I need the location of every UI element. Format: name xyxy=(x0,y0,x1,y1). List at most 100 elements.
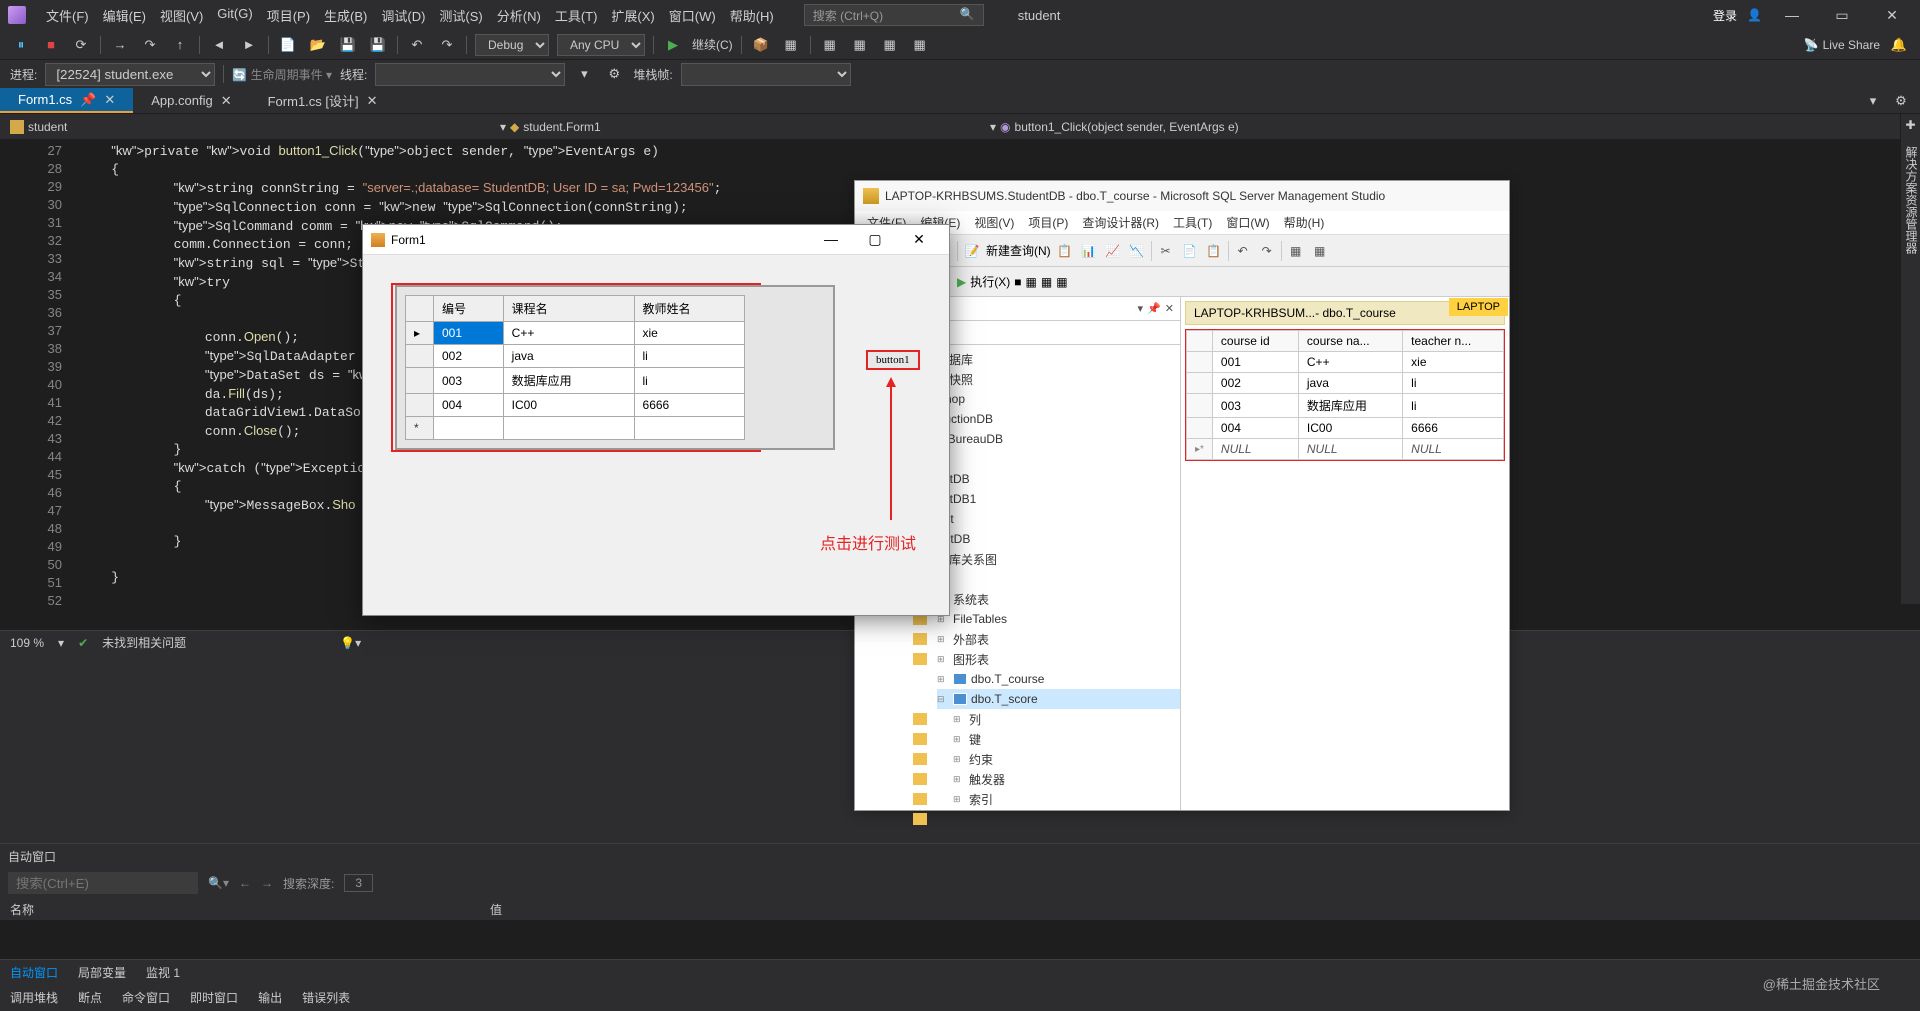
bottom-tab[interactable]: 命令窗口 xyxy=(112,985,180,1011)
auto-window-header[interactable]: 自动窗口 xyxy=(0,843,1920,869)
menu-item[interactable]: Git(G) xyxy=(211,2,258,29)
execute-label[interactable]: 执行(X) xyxy=(970,273,1010,290)
bottom-tab[interactable]: 局部变量 xyxy=(68,960,136,985)
close-icon[interactable]: ✕ xyxy=(367,93,378,109)
platform-select[interactable]: Any CPU xyxy=(557,34,645,56)
bottom-tab[interactable]: 监视 1 xyxy=(136,960,190,985)
user-icon[interactable]: 👤 xyxy=(1747,8,1762,22)
solution-explorer-tab[interactable]: 解决方案资源管理器 xyxy=(1901,136,1920,264)
toolbar-icon[interactable]: ▦ xyxy=(819,34,841,56)
continue-label[interactable]: 继续(C) xyxy=(692,36,733,53)
auto-search-input[interactable] xyxy=(8,872,198,894)
undo-icon[interactable]: ↶ xyxy=(1233,241,1253,261)
tree-node[interactable]: ⊞触发器 xyxy=(953,769,1180,789)
bottom-tab[interactable]: 输出 xyxy=(248,985,292,1011)
editor-tab[interactable]: App.config ✕ xyxy=(133,88,249,113)
toolbar-icon[interactable]: ▦ xyxy=(1286,241,1306,261)
tree-node[interactable]: ⊞键 xyxy=(953,729,1180,749)
restart-icon[interactable]: ⟳ xyxy=(70,34,92,56)
open-icon[interactable]: 📂 xyxy=(307,34,329,56)
ssms-titlebar[interactable]: LAPTOP-KRHBSUMS.StudentDB - dbo.T_course… xyxy=(855,181,1509,211)
tree-node[interactable]: 数据库 xyxy=(921,349,1180,369)
back-icon[interactable]: ◄ xyxy=(208,34,230,56)
toolbar-icon[interactable]: 📋 xyxy=(1055,241,1075,261)
config-select[interactable]: Debug xyxy=(475,34,549,56)
thread-select[interactable] xyxy=(375,63,565,86)
new-query-icon[interactable]: 📝 xyxy=(962,241,982,261)
tree-node[interactable]: ⊞外部表 xyxy=(937,629,1180,649)
toolbar-icon[interactable]: ▦ xyxy=(879,34,901,56)
lightbulb-icon[interactable]: 💡▾ xyxy=(340,636,361,650)
menu-item[interactable]: 查询设计器(R) xyxy=(1076,212,1165,233)
redo-icon[interactable]: ↷ xyxy=(1257,241,1277,261)
save-all-icon[interactable]: 💾 xyxy=(367,34,389,56)
tree-node[interactable]: 牛快照 xyxy=(921,369,1180,389)
minimize-button[interactable]: — xyxy=(809,231,853,248)
tree-node[interactable] xyxy=(921,569,1180,589)
process-select[interactable]: [22524] student.exe xyxy=(45,63,215,86)
minimize-button[interactable]: — xyxy=(1772,7,1812,23)
menu-item[interactable]: 生成(B) xyxy=(318,2,373,29)
tree-node[interactable]: 3 xyxy=(921,449,1180,469)
toolbar-icon[interactable]: ⚙ xyxy=(603,63,625,85)
menu-item[interactable]: 项目(P) xyxy=(261,2,316,29)
toolbar-icon[interactable]: ▦ xyxy=(909,34,931,56)
menu-item[interactable]: 视图(V) xyxy=(968,212,1020,233)
fwd-icon[interactable]: → xyxy=(261,876,273,890)
step-into-icon[interactable]: → xyxy=(109,34,131,56)
pause-icon[interactable]: ⏸ xyxy=(10,34,32,56)
notif-icon[interactable]: 🔔 xyxy=(1888,34,1910,56)
new-icon[interactable]: 📄 xyxy=(277,34,299,56)
close-icon[interactable]: ✕ xyxy=(221,93,232,109)
pin-icon[interactable]: 📌 xyxy=(1147,302,1161,315)
toolbar-icon[interactable]: 📉 xyxy=(1127,241,1147,261)
toolbar-icon[interactable]: ▦ xyxy=(780,34,802,56)
redo-icon[interactable]: ↷ xyxy=(436,34,458,56)
tree-node[interactable]: ⊞系统表 xyxy=(937,589,1180,609)
gear-icon[interactable]: ⚙ xyxy=(1890,90,1912,112)
search-box[interactable]: 搜索 (Ctrl+Q)🔍 xyxy=(804,4,984,26)
execute-icon[interactable]: ▶ xyxy=(957,275,966,289)
toolbar-icon[interactable]: 📊 xyxy=(1079,241,1099,261)
step-over-icon[interactable]: ↷ xyxy=(139,34,161,56)
tree-node[interactable]: 据库关系图 xyxy=(921,549,1180,569)
tree-node[interactable]: entDB xyxy=(921,529,1180,549)
save-icon[interactable]: 💾 xyxy=(337,34,359,56)
menu-item[interactable]: 窗口(W) xyxy=(663,2,722,29)
menu-item[interactable]: 扩展(X) xyxy=(605,2,660,29)
toolbar-icon[interactable]: 📦 xyxy=(750,34,772,56)
tree-node[interactable]: ⊞图形表 xyxy=(937,649,1180,669)
cut-icon[interactable]: ✂ xyxy=(1156,241,1176,261)
login-link[interactable]: 登录 xyxy=(1713,7,1737,24)
tree-node[interactable]: ⊞列 xyxy=(953,709,1180,729)
toolbar-icon[interactable]: ▦ xyxy=(1310,241,1330,261)
tree-node[interactable]: uctDB xyxy=(921,469,1180,489)
tree-node[interactable]: ent xyxy=(921,509,1180,529)
paste-icon[interactable]: 📋 xyxy=(1204,241,1224,261)
tree-node[interactable]: Shop xyxy=(921,389,1180,409)
stop-icon[interactable]: ■ xyxy=(40,34,62,56)
form1-titlebar[interactable]: Form1 — ▢ ✕ xyxy=(363,225,949,255)
menu-item[interactable]: 文件(F) xyxy=(40,2,95,29)
new-query-label[interactable]: 新建查询(N) xyxy=(986,242,1051,259)
add-icon[interactable]: ✚ xyxy=(1901,114,1920,136)
live-share[interactable]: 📡 Live Share xyxy=(1804,38,1880,52)
menu-item[interactable]: 工具(T) xyxy=(549,2,604,29)
method-context[interactable]: ▾ ◉button1_Click(object sender, EventArg… xyxy=(980,120,1470,134)
col-value[interactable]: 值 xyxy=(480,897,512,920)
menu-item[interactable]: 编辑(E) xyxy=(97,2,152,29)
close-icon[interactable]: ✕ xyxy=(104,92,115,108)
bottom-tab[interactable]: 即时窗口 xyxy=(180,985,248,1011)
toolbar-icon[interactable]: ▦ xyxy=(1041,275,1052,289)
search-depth-value[interactable]: 3 xyxy=(344,874,373,892)
dropdown-icon[interactable]: ▾ xyxy=(1862,90,1884,112)
bottom-tab[interactable]: 断点 xyxy=(68,985,112,1011)
bottom-tab[interactable]: 调用堆栈 xyxy=(0,985,68,1011)
maximize-button[interactable]: ▭ xyxy=(1822,7,1862,24)
toolbar-icon[interactable]: ▾ xyxy=(573,63,595,85)
editor-tab[interactable]: Form1.cs [设计] ✕ xyxy=(250,88,396,113)
tree-node[interactable]: ⊞FileTables xyxy=(937,609,1180,629)
toolbar-icon[interactable]: 📈 xyxy=(1103,241,1123,261)
undo-icon[interactable]: ↶ xyxy=(406,34,428,56)
button1[interactable]: button1 xyxy=(866,350,920,370)
